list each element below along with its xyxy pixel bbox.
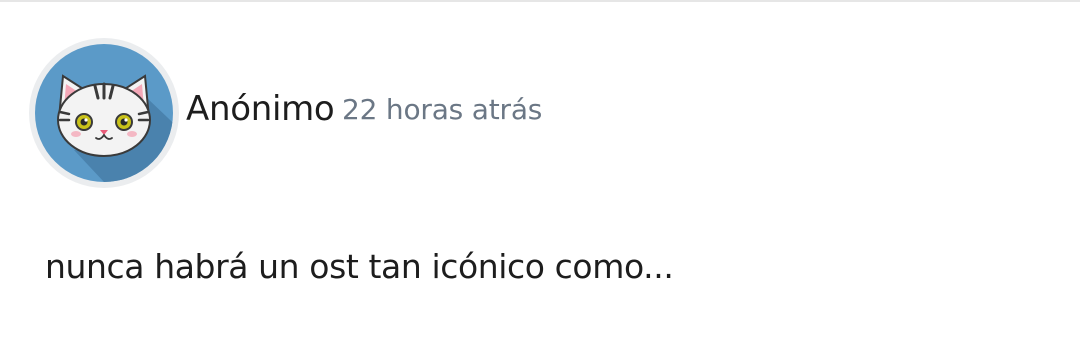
timestamp: 22 horas atrás	[342, 93, 543, 126]
comment: Anónimo 22 horas atrás nunca habrá un os…	[0, 0, 1080, 337]
author-name[interactable]: Anónimo	[186, 84, 335, 134]
avatar[interactable]	[29, 38, 179, 188]
comment-text: nunca habrá un ost tan icónico como...	[45, 247, 674, 286]
cat-avatar-icon	[35, 44, 173, 182]
